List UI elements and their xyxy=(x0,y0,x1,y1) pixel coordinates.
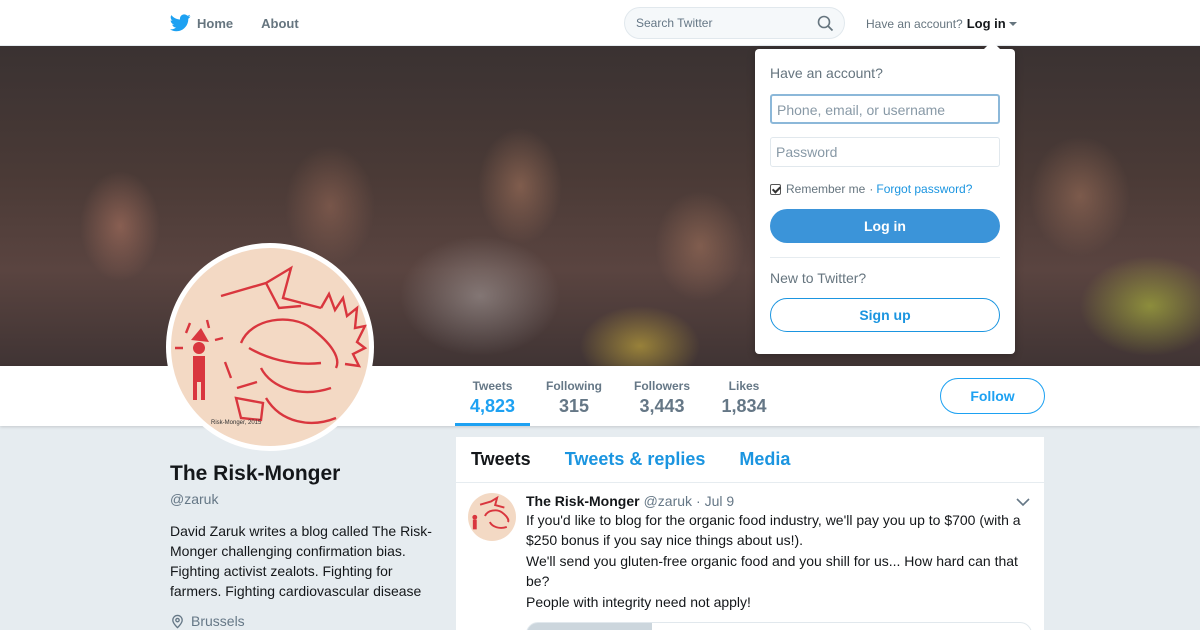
tweet-item[interactable]: The Risk-Monger @zaruk · Jul 9 If you'd … xyxy=(456,483,1044,630)
chevron-down-icon[interactable] xyxy=(1016,497,1030,507)
login-dropdown-toggle[interactable]: Log in xyxy=(967,16,1017,31)
have-account-text: Have an account? xyxy=(866,16,963,31)
search-icon[interactable] xyxy=(817,15,834,32)
follow-button[interactable]: Follow xyxy=(940,378,1045,414)
nav-home[interactable]: Home xyxy=(170,14,233,32)
stat-value: 3,443 xyxy=(639,396,685,416)
tab-media[interactable]: Media xyxy=(739,449,790,470)
remember-checkbox[interactable] xyxy=(770,183,781,195)
login-link-label: Log in xyxy=(966,16,1006,31)
witch-drawing-icon xyxy=(175,265,368,425)
nav-left: Home About xyxy=(170,0,327,46)
tab-tweets[interactable]: Tweets xyxy=(471,449,531,470)
stat-likes[interactable]: Likes 1,834 xyxy=(716,366,772,426)
avatar-caption: Risk-Monger, 2015 xyxy=(211,420,262,426)
nav-about[interactable]: About xyxy=(261,16,299,31)
new-to-twitter-text: New to Twitter? xyxy=(770,270,867,286)
tweet-text-line: We'll send you gluten-free organic food … xyxy=(526,553,1018,589)
dropdown-heading: Have an account? xyxy=(770,65,883,81)
profile-name[interactable]: The Risk-Monger xyxy=(170,462,440,486)
tweet-link-card[interactable] xyxy=(526,622,1032,630)
stat-label: Followers xyxy=(633,379,690,393)
search-box[interactable]: Search Twitter xyxy=(624,7,845,39)
caret-down-icon xyxy=(1008,21,1017,26)
tweet-text-line: People with integrity need not apply! xyxy=(526,594,751,610)
tweet-author-name[interactable]: The Risk-Monger xyxy=(526,493,640,509)
witch-drawing-icon xyxy=(472,495,510,530)
remember-row: Remember me · Forgot password? xyxy=(770,182,1000,196)
nav-home-label: Home xyxy=(197,15,234,31)
avatar-illustration: Risk-Monger, 2015 xyxy=(171,248,369,446)
have-account: Have an account? Log in xyxy=(866,16,1017,31)
remember-label[interactable]: Remember me xyxy=(786,182,865,196)
tweet-author-handle[interactable]: @zaruk xyxy=(644,493,692,509)
stat-value: 315 xyxy=(558,396,590,416)
profile-handle[interactable]: @zaruk xyxy=(170,491,440,507)
profile-bio: David Zaruk writes a blog called The Ris… xyxy=(170,523,432,599)
profile-card: The Risk-Monger @zaruk David Zaruk write… xyxy=(170,462,440,629)
stat-label: Likes xyxy=(728,379,760,393)
stat-tweets[interactable]: Tweets 4,823 xyxy=(455,366,530,426)
profile-avatar[interactable]: Risk-Monger, 2015 xyxy=(166,243,374,451)
separator-dot: · xyxy=(869,182,874,196)
tweet-date[interactable]: · Jul 9 xyxy=(696,493,734,509)
location-label: Brussels xyxy=(191,613,245,629)
tweet-avatar[interactable] xyxy=(468,493,516,541)
stat-followers[interactable]: Followers 3,443 xyxy=(628,366,696,426)
password-field[interactable]: Password xyxy=(770,137,1000,167)
stat-label: Following xyxy=(546,379,602,393)
divider xyxy=(770,257,1000,258)
tweet-header: The Risk-Monger @zaruk · Jul 9 xyxy=(526,493,1029,509)
username-field[interactable]: Phone, email, or username xyxy=(770,94,1000,124)
location-pin-icon xyxy=(172,614,183,628)
timeline: Tweets Tweets & replies Media The Risk-M… xyxy=(456,437,1044,630)
twitter-bird-icon xyxy=(170,14,191,32)
login-dropdown: Have an account? Phone, email, or userna… xyxy=(755,41,1015,354)
signup-button[interactable]: Sign up xyxy=(770,298,1000,332)
tab-tweets-replies[interactable]: Tweets & replies xyxy=(565,449,706,470)
stat-value: 1,834 xyxy=(721,396,767,416)
stat-following[interactable]: Following 315 xyxy=(540,366,608,426)
search-input[interactable]: Search Twitter xyxy=(636,16,712,30)
top-navigation: Home About Search Twitter Have an accoun… xyxy=(0,0,1200,46)
login-button[interactable]: Log in xyxy=(770,209,1000,243)
timeline-tabs: Tweets Tweets & replies Media xyxy=(456,437,1044,483)
tweet-text-line: If you'd like to blog for the organic fo… xyxy=(526,512,1021,548)
profile-location: Brussels xyxy=(170,613,440,629)
forgot-password-link[interactable]: Forgot password? xyxy=(876,182,972,196)
stat-value: 4,823 xyxy=(469,396,516,416)
stat-label: Tweets xyxy=(472,379,513,393)
